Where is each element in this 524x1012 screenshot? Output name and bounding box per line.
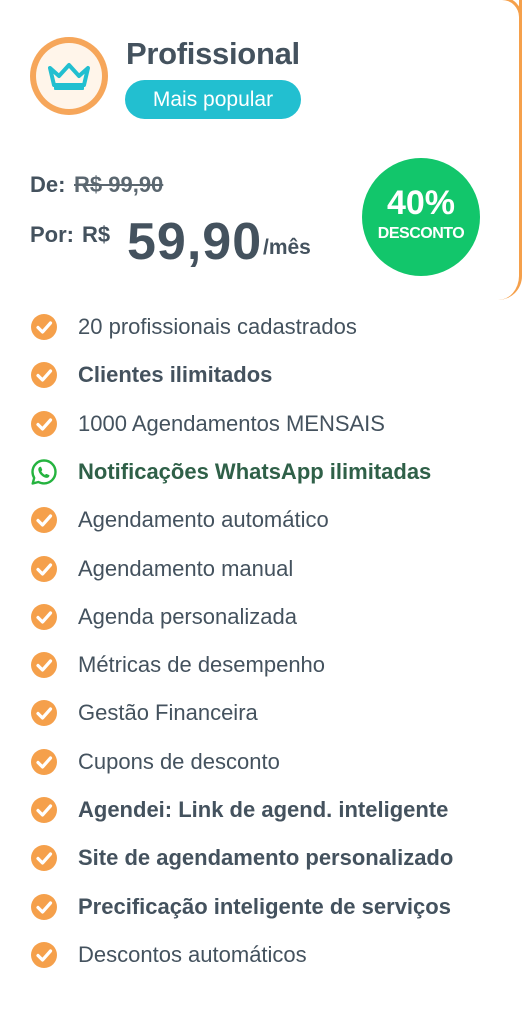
feature-label: Agendei: Link de agend. inteligente — [78, 797, 449, 822]
billing-period: /mês — [263, 236, 311, 259]
plan-name: Profissional — [126, 36, 300, 71]
feature-label: Precificação inteligente de serviços — [78, 893, 451, 919]
feature-label: 1000 Agendamentos MENSAIS — [78, 410, 385, 436]
feature-item: 20 profissionais cadastrados — [30, 310, 510, 344]
check-circle-icon — [30, 796, 58, 824]
check-circle-icon — [30, 506, 58, 534]
check-circle-icon — [30, 893, 58, 921]
feature-item: Precificação inteligente de serviços — [30, 890, 510, 924]
feature-item: Agendamento automático — [30, 503, 510, 537]
feature-label: Descontos automáticos — [78, 941, 307, 967]
discount-percent: 40% — [386, 184, 456, 222]
check-circle-icon — [30, 941, 58, 969]
feature-item: Site de agendamento personalizado — [30, 841, 510, 875]
feature-item: Agendamento manual — [30, 552, 510, 586]
check-circle-icon — [30, 603, 58, 631]
feature-label: Gestão Financeira — [78, 700, 258, 726]
feature-item: Agendei: Link de agend. inteligente — [30, 793, 510, 827]
old-price: R$ 99,90 — [74, 172, 164, 197]
feature-label: Clientes ilimitados — [78, 362, 273, 388]
currency-symbol: R$ — [82, 222, 111, 247]
card-border-corner — [492, 0, 522, 17]
feature-label: 20 profissionais cadastrados — [78, 314, 357, 339]
feature-label: Agendamento automático — [78, 507, 329, 533]
crown-icon — [48, 63, 90, 90]
pricing-card: Profissional Mais popular De: R$ 99,90 P… — [0, 0, 524, 1012]
check-circle-icon — [30, 361, 58, 389]
feature-label: Métricas de desempenho — [78, 652, 326, 678]
check-circle-icon — [30, 748, 58, 776]
current-price: 59,90 — [127, 213, 263, 271]
feature-item: 1000 Agendamentos MENSAIS — [30, 407, 510, 441]
feature-label: Agenda personalizada — [78, 603, 297, 629]
feature-label: Site de agendamento personalizado — [78, 845, 454, 871]
feature-item: Clientes ilimitados — [30, 358, 510, 392]
feature-label: Cupons de desconto — [78, 748, 280, 774]
feature-label: Notificações WhatsApp ilimitadas — [78, 458, 432, 484]
check-circle-icon — [30, 844, 58, 872]
discount-label: DESCONTO — [377, 225, 465, 242]
plan-logo — [30, 37, 108, 115]
popular-badge: Mais popular — [125, 80, 301, 119]
feature-item: Gestão Financeira — [30, 696, 510, 730]
feature-label: Agendamento manual — [78, 555, 294, 581]
feature-item: Descontos automáticos — [30, 938, 510, 972]
whatsapp-icon — [30, 458, 58, 486]
check-circle-icon — [30, 699, 58, 727]
discount-badge: 40% DESCONTO — [362, 158, 480, 276]
check-circle-icon — [30, 651, 58, 679]
feature-item: Notificações WhatsApp ilimitadas — [30, 455, 510, 489]
check-circle-icon — [30, 313, 58, 341]
old-price-label: De: — [30, 172, 66, 197]
feature-item: Métricas de desempenho — [30, 648, 510, 682]
check-circle-icon — [30, 410, 58, 438]
current-price-label: Por: — [30, 222, 74, 247]
check-circle-icon — [30, 555, 58, 583]
feature-item: Agenda personalizada — [30, 600, 510, 634]
feature-item: Cupons de desconto — [30, 745, 510, 779]
